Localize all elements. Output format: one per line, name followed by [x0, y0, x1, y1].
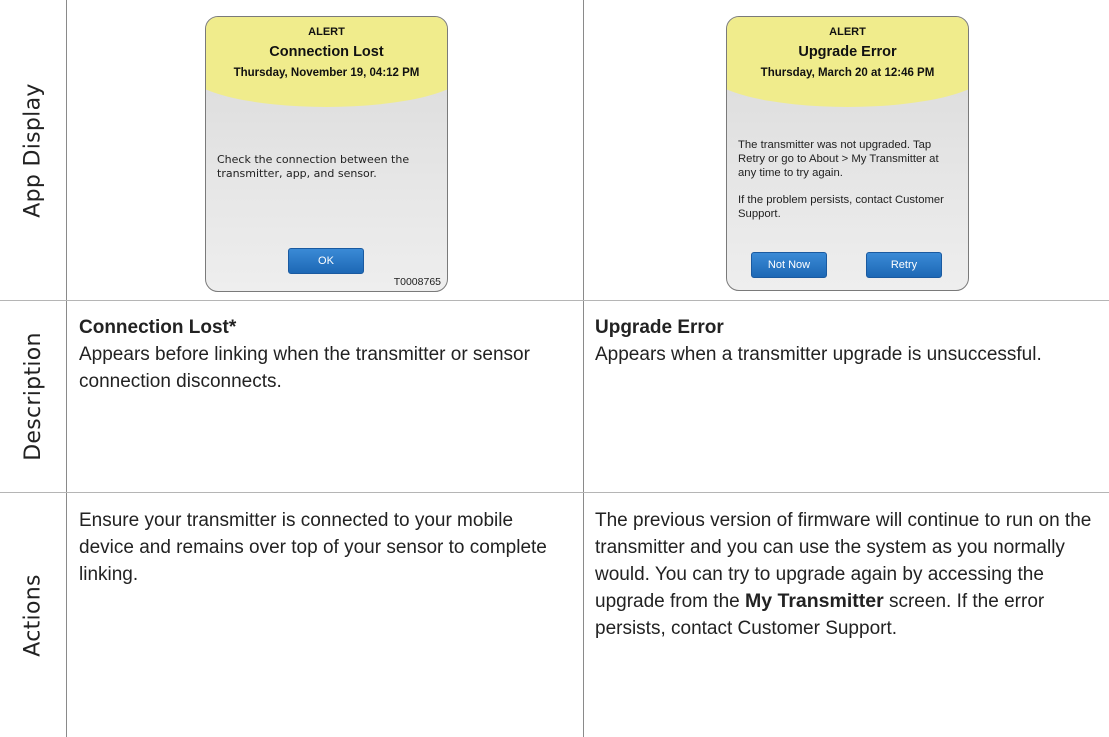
description-heading: Upgrade Error [595, 317, 724, 338]
row-divider-1 [0, 300, 1109, 301]
row-divider-2 [0, 492, 1109, 493]
connection-lost-alert-screen: ALERT Connection Lost Thursday, November… [205, 16, 448, 292]
alert-message: The transmitter was not upgraded. Tap Re… [738, 138, 959, 234]
description-text: Appears when a transmitter upgrade is un… [595, 344, 1042, 365]
alert-message: Check the connection between the transmi… [217, 153, 438, 194]
figure-code: T0008765 [393, 276, 441, 288]
row-label-actions-text: Actions [20, 573, 46, 657]
alert-title: Connection Lost [269, 44, 384, 60]
retry-button[interactable]: Retry [866, 252, 942, 278]
upgrade-error-alert-screen: ALERT Upgrade Error Thursday, March 20 a… [726, 16, 969, 291]
alert-label: ALERT [308, 26, 345, 38]
my-transmitter-reference: My Transmitter [744, 590, 884, 612]
description-cell-right: Upgrade Error Appears when a transmitter… [595, 314, 1100, 368]
not-now-button[interactable]: Not Now [751, 252, 827, 278]
actions-cell-right: The previous version of firmware will co… [595, 507, 1095, 642]
row-label-app-display: App Display [0, 0, 66, 300]
alert-label: ALERT [829, 26, 866, 38]
row-label-app-display-text: App Display [20, 82, 46, 218]
ok-button[interactable]: OK [288, 248, 364, 274]
description-cell-left: Connection Lost* Appears before linking … [79, 314, 574, 395]
alert-title: Upgrade Error [798, 44, 897, 60]
alert-message-text: Check the connection between the transmi… [217, 153, 410, 180]
description-heading: Connection Lost* [79, 317, 237, 338]
actions-cell-left: Ensure your transmitter is connected to … [79, 507, 571, 588]
description-text: Appears before linking when the transmit… [79, 344, 530, 392]
label-column-divider [66, 0, 67, 737]
row-label-actions: Actions [0, 493, 66, 737]
middle-column-divider [583, 0, 584, 737]
row-label-description-text: Description [20, 332, 46, 461]
alert-message-paragraph-1: The transmitter was not upgraded. Tap Re… [738, 139, 939, 179]
row-label-description: Description [0, 301, 66, 492]
alert-date: Thursday, November 19, 04:12 PM [233, 67, 420, 79]
alert-date: Thursday, March 20 at 12:46 PM [760, 67, 935, 79]
actions-text: Ensure your transmitter is connected to … [79, 510, 547, 585]
alert-message-paragraph-2: If the problem persists, contact Custome… [738, 194, 944, 220]
